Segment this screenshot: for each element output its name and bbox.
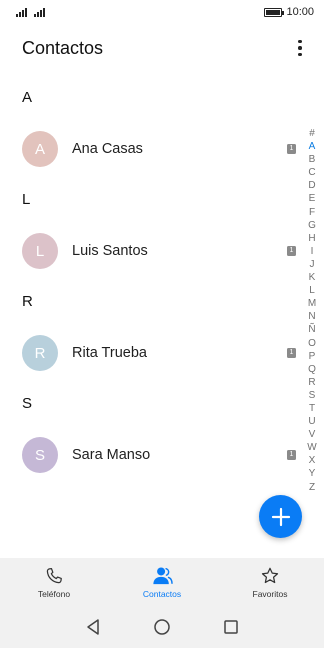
alphabet-index-letter[interactable]: K [309,271,316,284]
contacts-icon [153,566,173,584]
contact-row[interactable]: A Ana Casas 1 [0,116,300,182]
alphabet-index-letter[interactable]: A [309,140,316,153]
signal-indicators [16,7,46,17]
more-options-button[interactable] [290,36,310,60]
alphabet-index-letter[interactable]: R [308,376,315,389]
more-dot [298,46,302,50]
status-time: 10:00 [286,6,314,18]
alphabet-index-letter[interactable]: W [307,441,316,454]
nav-label: Contactos [142,588,182,599]
status-right: 10:00 [264,6,314,18]
alphabet-index-letter[interactable]: D [308,179,315,192]
bottom-nav: Teléfono Contactos Favoritos [0,558,324,606]
alphabet-index-letter[interactable]: T [309,402,315,415]
section-header: S [22,395,33,412]
battery-icon [264,7,285,17]
alphabet-index-letter[interactable]: X [309,454,316,467]
alphabet-index-letter[interactable]: U [308,415,315,428]
alphabet-index-letter[interactable]: Ñ [308,323,315,336]
alphabet-index-letter[interactable]: M [308,297,316,310]
contact-name: Rita Trueba [72,345,147,361]
contact-name: Ana Casas [72,141,143,157]
nav-label: Teléfono [37,588,71,599]
alphabet-index-letter[interactable]: F [309,206,315,219]
avatar: S [22,437,58,473]
sim-card-icon: 1 [287,450,296,460]
more-dot [298,52,302,57]
alphabet-index-letter[interactable]: V [309,428,316,441]
alphabet-index-letter[interactable]: L [309,284,315,297]
section-l: L L Luis Santos 1 [0,182,300,284]
avatar: R [22,335,58,371]
signal-icon [16,7,28,17]
star-icon [261,567,279,583]
alphabet-index-letter[interactable]: H [308,232,315,245]
sim-card-icon: 1 [287,144,296,154]
section-a: A A Ana Casas 1 [0,80,300,182]
alphabet-index-letter[interactable]: B [309,153,316,166]
nav-phone[interactable]: Teléfono [0,558,108,606]
nav-contacts[interactable]: Contactos [108,558,216,606]
alphabet-index-letter[interactable]: C [308,166,315,179]
alphabet-index-letter[interactable]: P [309,350,316,363]
more-dot [298,39,302,44]
app-header: Contactos [0,30,324,66]
alphabet-index-letter[interactable]: Z [309,481,315,494]
alphabet-index-letter[interactable]: J [310,258,315,271]
plus-icon [271,507,290,526]
alphabet-index-letter[interactable]: O [308,337,316,350]
recent-apps-icon[interactable] [223,619,239,635]
system-navigation-bar [0,606,324,648]
alphabet-index-letter[interactable]: E [309,192,316,205]
section-header: R [22,293,33,310]
contact-name: Sara Manso [72,447,151,463]
home-icon[interactable] [153,618,171,636]
alphabet-index-letter[interactable]: Y [309,467,316,480]
contact-row[interactable]: R Rita Trueba 1 [0,320,300,386]
alphabet-index[interactable]: # A B C D E F G H I J K L M N Ñ O P Q R S T U V W X Y Z [306,127,318,494]
contact-row[interactable]: S Sara Manso 1 [0,422,300,488]
page-title: Contactos [22,37,104,58]
alphabet-index-letter[interactable]: G [308,219,316,232]
section-header: A [22,89,33,106]
status-bar: 10:00 [0,0,324,24]
alphabet-index-letter[interactable]: I [311,245,314,258]
section-s: S S Sara Manso 1 [0,386,300,488]
sim-card-icon: 1 [287,246,296,256]
nav-favorites[interactable]: Favoritos [216,558,324,606]
avatar: A [22,131,58,167]
alphabet-index-letter[interactable]: # [309,127,315,140]
alphabet-index-letter[interactable]: S [309,389,316,402]
section-r: R R Rita Trueba 1 [0,284,300,386]
alphabet-index-letter[interactable]: Q [308,363,316,376]
contact-row[interactable]: L Luis Santos 1 [0,218,300,284]
add-contact-button[interactable] [259,495,302,538]
section-header: L [22,191,31,208]
contact-name: Luis Santos [72,243,148,259]
avatar: L [22,233,58,269]
nav-label: Favoritos [252,588,288,599]
back-icon[interactable] [85,618,101,636]
alphabet-index-letter[interactable]: N [308,310,315,323]
sim-card-icon: 1 [287,348,296,358]
contacts-list: A A Ana Casas 1 L L Luis Santos 1 R R Ri… [0,80,300,488]
phone-icon [46,567,62,583]
signal-icon [34,7,46,17]
